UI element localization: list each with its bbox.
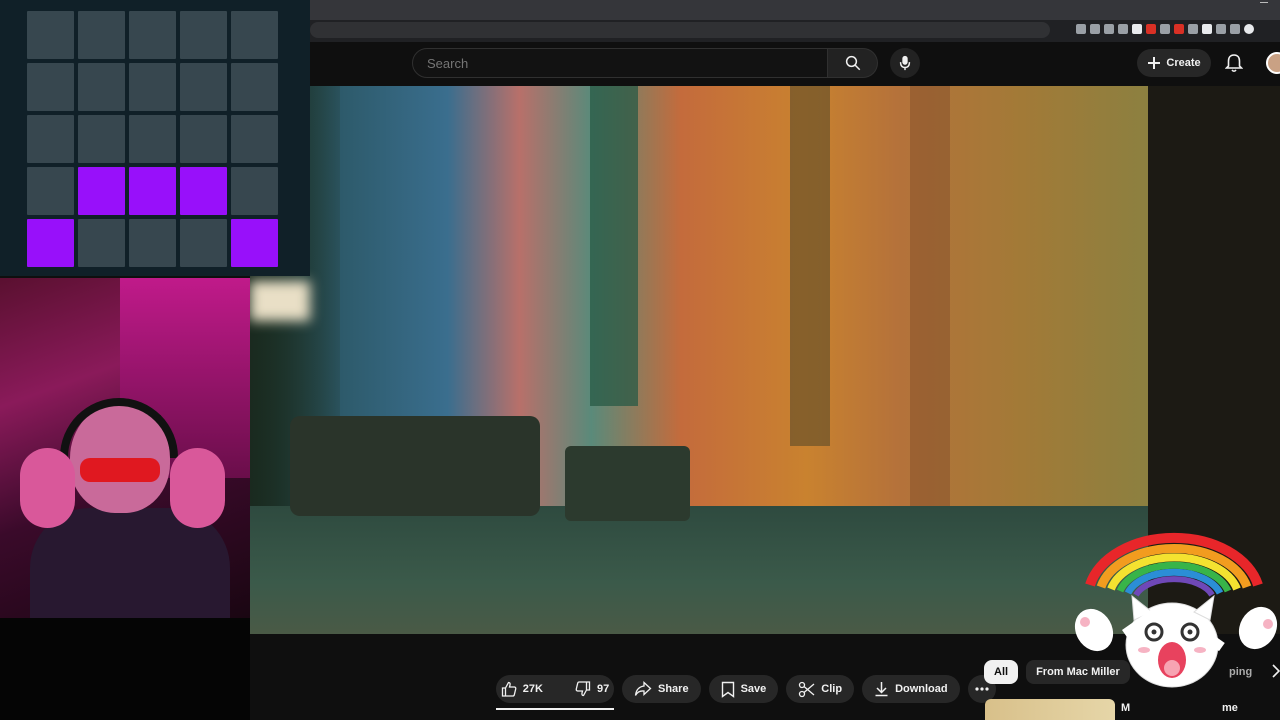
pad-cell [27, 11, 74, 59]
extension-icon[interactable] [1174, 24, 1184, 34]
extension-icon[interactable] [1118, 24, 1128, 34]
minimize-icon[interactable] [1260, 2, 1268, 3]
like-count: 27K [522, 683, 543, 695]
voice-search-button[interactable] [890, 48, 920, 78]
video-frame-couch [290, 416, 540, 516]
pad-grid-overlay [0, 0, 310, 276]
youtube-header: Create [310, 42, 1280, 86]
pad-cell [231, 11, 278, 59]
pad-cell [27, 63, 74, 111]
webcam-person-hand [170, 448, 225, 528]
pad-cell [231, 167, 278, 215]
extension-icon[interactable] [1188, 24, 1198, 34]
search-input[interactable] [425, 55, 809, 72]
video-actions: 27K 97 Share Save Clip Download [496, 675, 996, 703]
extension-icon[interactable] [1216, 24, 1226, 34]
extension-icon[interactable] [1160, 24, 1170, 34]
like-progress-underline [496, 708, 614, 710]
video-frame-stripe [790, 86, 830, 446]
scissors-icon [799, 681, 815, 697]
pad-cell [78, 11, 125, 59]
share-icon [634, 681, 652, 696]
like-button[interactable]: 27K [491, 675, 553, 703]
webcam-person-hand [20, 448, 75, 528]
dislike-button[interactable]: 97 [565, 675, 619, 703]
pad-cell [180, 63, 227, 111]
pad-cell-active [78, 167, 125, 215]
pad-cell-active [129, 167, 176, 215]
plus-icon [1148, 57, 1161, 69]
video-frame-stripe [590, 86, 638, 406]
extension-icon[interactable] [1230, 24, 1240, 34]
share-label: Share [658, 683, 689, 695]
pad-cell-active [27, 219, 74, 267]
pad-cell [180, 11, 227, 59]
share-button[interactable]: Share [622, 675, 701, 703]
avatar[interactable] [1266, 52, 1280, 74]
pad-cell [129, 219, 176, 267]
extension-icon[interactable] [1132, 24, 1142, 34]
search-box [412, 48, 828, 78]
extension-icon[interactable] [1076, 24, 1086, 34]
mic-icon [899, 55, 911, 71]
pad-cell [129, 11, 176, 59]
glasses-icon [80, 458, 160, 482]
pad-cell [231, 115, 278, 163]
extension-icon[interactable] [1104, 24, 1114, 34]
pad-cell [78, 115, 125, 163]
download-icon [875, 682, 888, 697]
create-label: Create [1166, 57, 1201, 69]
pad-cell [78, 219, 125, 267]
extension-icon[interactable] [1090, 24, 1100, 34]
notifications-button[interactable] [1224, 53, 1244, 78]
save-label: Save [740, 683, 767, 695]
pad-cell [27, 115, 74, 163]
clip-label: Clip [821, 683, 843, 695]
pad-cell [180, 115, 227, 163]
pad-cell [129, 115, 176, 163]
pad-cell-active [231, 219, 278, 267]
video-frame-floor [250, 506, 1148, 634]
pad-cell [231, 63, 278, 111]
video-player[interactable] [250, 86, 1148, 634]
video-frame-stripe [910, 86, 950, 506]
extension-icon[interactable] [1146, 24, 1156, 34]
pad-cell [180, 219, 227, 267]
pad-grid [27, 11, 278, 267]
thumbs-up-icon [501, 681, 517, 697]
save-button[interactable]: Save [708, 675, 779, 703]
profile-icon[interactable] [1244, 24, 1254, 34]
clip-button[interactable]: Clip [786, 675, 855, 703]
bookmark-icon [721, 681, 734, 698]
like-dislike-group: 27K 97 [496, 675, 614, 703]
extension-icon[interactable] [1202, 24, 1212, 34]
webcam-bottom-area [0, 618, 250, 720]
chip-all[interactable]: All [984, 660, 1019, 684]
dislike-count: 97 [596, 683, 610, 695]
download-button[interactable]: Download [862, 675, 960, 703]
download-label: Download [895, 683, 948, 695]
video-frame-box [565, 446, 690, 521]
video-frame-light [250, 281, 310, 321]
pad-cell-active [180, 167, 227, 215]
pad-cell [27, 167, 74, 215]
pad-cell [129, 63, 176, 111]
create-button[interactable]: Create [1137, 49, 1211, 77]
bell-icon [1224, 54, 1244, 73]
search-button[interactable] [828, 48, 878, 78]
webcam-overlay [0, 278, 250, 618]
more-horizontal-icon [975, 687, 989, 691]
pad-cell [78, 63, 125, 111]
address-bar[interactable] [310, 22, 1050, 38]
extension-toolbar [1076, 24, 1254, 34]
thumbs-down-icon [575, 681, 591, 697]
search-icon [845, 55, 860, 71]
rainbow-cat-sticker-icon [1074, 532, 1278, 688]
